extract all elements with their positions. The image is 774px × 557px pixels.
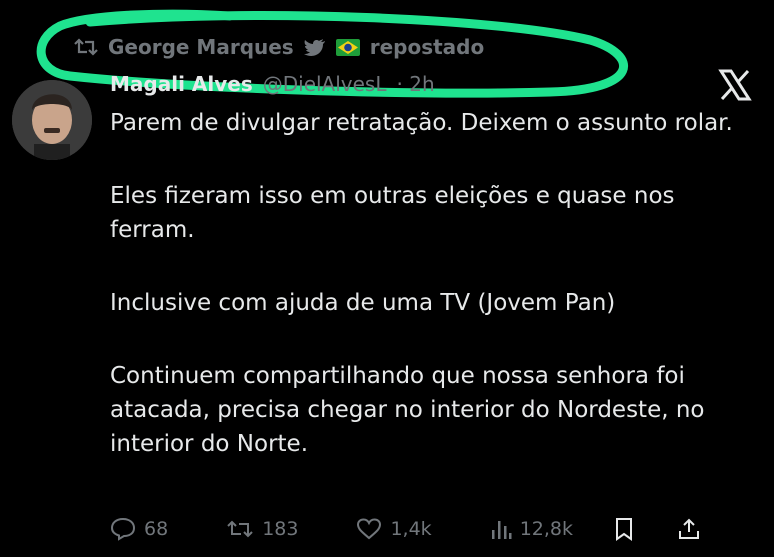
share-button[interactable] <box>677 517 701 541</box>
share-icon <box>677 517 701 541</box>
tweet-time[interactable]: · 2h <box>397 72 435 102</box>
views-button[interactable]: 12,8k <box>490 518 573 540</box>
like-button[interactable]: 1,4k <box>356 517 432 541</box>
repost-icon <box>226 518 254 540</box>
bookmark-icon <box>613 517 635 541</box>
bird-icon <box>303 38 326 56</box>
heart-icon <box>356 517 382 541</box>
repost-header: George Marques repostado <box>74 30 484 64</box>
reply-icon <box>110 517 136 541</box>
views-icon <box>490 518 512 540</box>
repost-icon <box>74 37 98 57</box>
views-count: 12,8k <box>519 518 573 540</box>
repost-suffix: repostado <box>369 35 485 59</box>
tweet-paragraph: Parem de divulgar retratação. Deixem o a… <box>110 110 733 136</box>
author-row: Magali Alves @DielAlvesL · 2h <box>110 72 435 102</box>
x-logo-icon[interactable] <box>718 68 752 102</box>
action-bar: 68 183 1,4k 12,8k <box>110 512 760 546</box>
reply-button[interactable]: 68 <box>110 517 168 541</box>
tweet-paragraph: Eles fizeram isso em outras eleições e q… <box>110 183 675 243</box>
tweet-paragraph: Continuem compartilhando que nossa senho… <box>110 363 705 457</box>
bookmark-button[interactable] <box>613 517 635 541</box>
repost-button[interactable]: 183 <box>226 518 298 540</box>
author-name[interactable]: Magali Alves <box>110 72 253 102</box>
reply-count: 68 <box>144 518 169 540</box>
tweet-text: Parem de divulgar retratação. Deixem o a… <box>110 106 750 500</box>
brazil-flag-icon <box>335 38 360 56</box>
tweet-paragraph: Inclusive com ajuda de uma TV (Jovem Pan… <box>110 290 616 316</box>
repost-count: 183 <box>262 518 299 540</box>
like-count: 1,4k <box>390 518 432 540</box>
avatar[interactable] <box>12 80 92 160</box>
author-handle[interactable]: @DielAlvesL <box>263 72 387 102</box>
reposter-name[interactable]: George Marques <box>108 35 294 59</box>
